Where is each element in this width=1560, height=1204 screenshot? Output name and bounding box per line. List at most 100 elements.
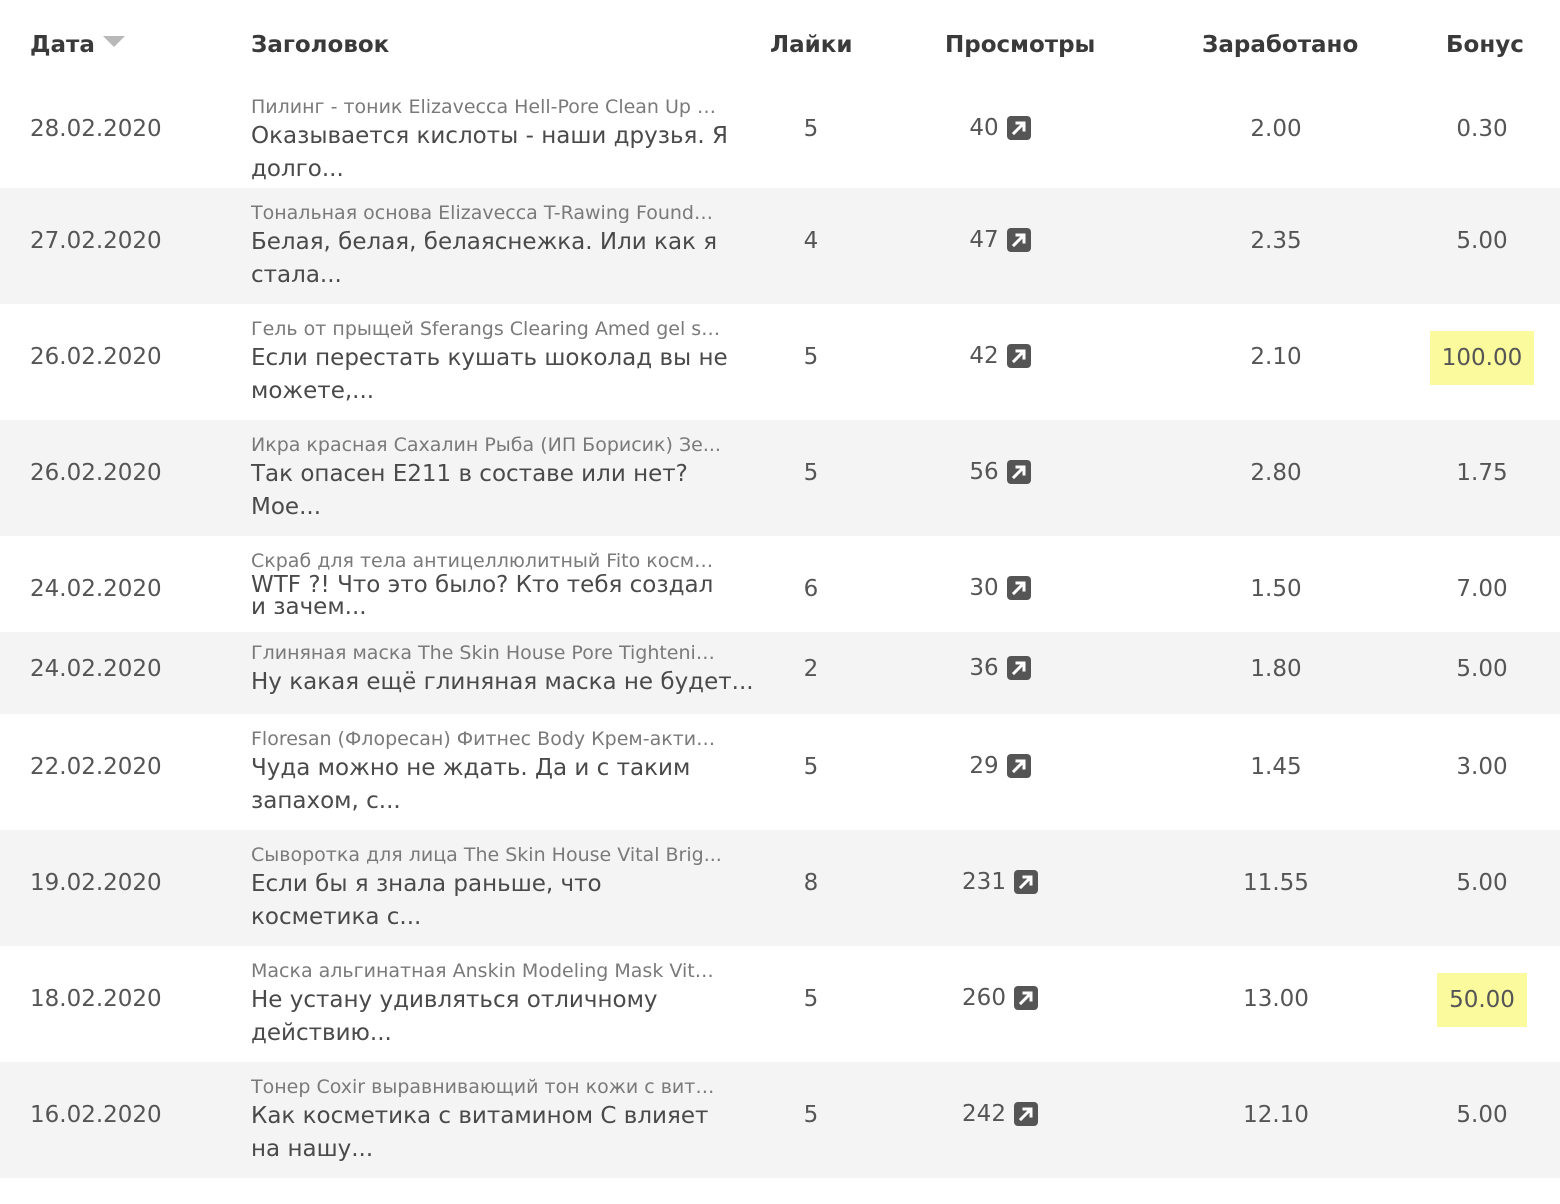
table-header: Дата Заголовок Лайки Просмотры Заработан… — [0, 0, 1560, 88]
row-title[interactable]: Сыворотка для лица The Skin House Vital … — [251, 842, 731, 934]
external-link-icon[interactable] — [1013, 985, 1038, 1010]
row-views-count: 29 — [969, 752, 999, 779]
table-row[interactable]: 24.02.2020 Скраб для тела антицеллюлитный… — [0, 536, 1560, 632]
row-date: 27.02.2020 — [30, 228, 162, 254]
external-link-icon[interactable] — [1013, 1101, 1038, 1126]
row-product-name[interactable]: Гель от прыщей Sferangs Clearing Amed ge… — [251, 316, 723, 342]
row-earned: 11.55 — [1243, 870, 1309, 896]
row-likes: 5 — [803, 460, 819, 486]
row-date: 16.02.2020 — [30, 1102, 162, 1128]
table-row[interactable]: 16.02.2020 Тонер Coxir выравнивающий тон … — [0, 1062, 1560, 1178]
row-review-title[interactable]: Ну какая ещё глиняная маска не будет... — [251, 666, 754, 699]
table-row[interactable]: 28.02.2020 Пилинг - тоник Elizavecca Hell… — [0, 88, 1560, 188]
table-row[interactable]: 26.02.2020 Икра красная Сахалин Рыба (ИП … — [0, 420, 1560, 536]
external-link-icon[interactable] — [1006, 753, 1031, 778]
column-header-title[interactable]: Заголовок — [251, 32, 389, 58]
table-row[interactable]: 22.02.2020 Floresan (Флоресан) Фитнес Bod… — [0, 714, 1560, 830]
row-views-count: 231 — [962, 868, 1006, 895]
external-link-icon[interactable] — [1006, 115, 1031, 140]
row-product-name[interactable]: Тональная основа Elizavecca T-Rawing Fou… — [251, 200, 723, 226]
row-views-count: 47 — [969, 226, 999, 253]
row-review-title[interactable]: Белая, белая, белаяснежка. Или как я ста… — [251, 226, 731, 292]
row-bonus: 3.00 — [1456, 754, 1508, 780]
table-row[interactable]: 19.02.2020 Сыворотка для лица The Skin Ho… — [0, 830, 1560, 946]
row-date: 26.02.2020 — [30, 460, 162, 486]
row-likes: 5 — [803, 344, 819, 370]
table-row[interactable]: 26.02.2020 Гель от прыщей Sferangs Cleari… — [0, 304, 1560, 420]
row-review-title[interactable]: Как косметика с витамином С влияет на на… — [251, 1100, 731, 1166]
table-row[interactable]: 27.02.2020 Тональная основа Elizavecca T-… — [0, 188, 1560, 304]
row-title[interactable]: Маска альгинатная Anskin Modeling Mask V… — [251, 958, 731, 1050]
row-views: 47 — [940, 226, 1060, 253]
row-title[interactable]: Икра красная Сахалин Рыба (ИП Борисик) З… — [251, 432, 731, 524]
external-link-icon[interactable] — [1006, 655, 1031, 680]
row-title[interactable]: Floresan (Флоресан) Фитнес Body Крем-акт… — [251, 726, 731, 818]
row-bonus: 1.75 — [1456, 460, 1508, 486]
row-views: 242 — [940, 1100, 1060, 1127]
row-review-title[interactable]: Если перестать кушать шоколад вы не може… — [251, 342, 731, 408]
row-views: 29 — [940, 752, 1060, 779]
row-review-title[interactable]: Так опасен Е211 в составе или нет? Мое..… — [251, 458, 731, 524]
row-likes: 2 — [803, 656, 819, 682]
reviews-table: Дата Заголовок Лайки Просмотры Заработан… — [0, 0, 1560, 1178]
row-date: 26.02.2020 — [30, 344, 162, 370]
column-header-date[interactable]: Дата — [30, 32, 125, 58]
row-review-title[interactable]: WTF ?! Что это было? Кто тебя создал и з… — [251, 574, 731, 614]
row-product-name[interactable]: Сыворотка для лица The Skin House Vital … — [251, 842, 723, 868]
external-link-icon[interactable] — [1006, 227, 1031, 252]
row-earned: 1.50 — [1250, 576, 1302, 602]
row-views-count: 36 — [969, 654, 999, 681]
table-row[interactable]: 18.02.2020 Маска альгинатная Anskin Model… — [0, 946, 1560, 1062]
row-earned: 1.80 — [1250, 656, 1302, 682]
row-date: 24.02.2020 — [30, 656, 162, 682]
row-bonus: 5.00 — [1456, 1102, 1508, 1128]
row-earned: 13.00 — [1243, 986, 1309, 1012]
row-title[interactable]: Тональная основа Elizavecca T-Rawing Fou… — [251, 200, 731, 292]
row-title[interactable]: Тонер Coxir выравнивающий тон кожи с вит… — [251, 1074, 731, 1166]
row-earned: 1.45 — [1250, 754, 1302, 780]
table-body: 28.02.2020 Пилинг - тоник Elizavecca Hell… — [0, 88, 1560, 1178]
row-review-title[interactable]: Если бы я знала раньше, что косметика с.… — [251, 868, 731, 934]
row-title[interactable]: Гель от прыщей Sferangs Clearing Amed ge… — [251, 316, 731, 408]
external-link-icon[interactable] — [1006, 343, 1031, 368]
row-likes: 8 — [803, 870, 819, 896]
column-header-earned[interactable]: Заработано — [1202, 32, 1358, 58]
row-title[interactable]: Скраб для тела антицеллюлитный Fito косм… — [251, 548, 731, 614]
external-link-icon[interactable] — [1006, 459, 1031, 484]
row-product-name[interactable]: Тонер Coxir выравнивающий тон кожи с вит… — [251, 1074, 723, 1100]
external-link-icon[interactable] — [1013, 869, 1038, 894]
row-product-name[interactable]: Floresan (Флоресан) Фитнес Body Крем-акт… — [251, 726, 723, 752]
bonus-highlight-badge: 50.00 — [1437, 973, 1527, 1027]
row-bonus: 5.00 — [1456, 870, 1508, 896]
row-product-name[interactable]: Скраб для тела антицеллюлитный Fito косм… — [251, 548, 723, 574]
external-link-icon[interactable] — [1006, 575, 1031, 600]
column-header-likes[interactable]: Лайки — [770, 32, 852, 58]
row-review-title[interactable]: Оказывается кислоты - наши друзья. Я дол… — [251, 120, 731, 186]
row-product-name[interactable]: Икра красная Сахалин Рыба (ИП Борисик) З… — [251, 432, 723, 458]
row-views: 56 — [940, 458, 1060, 485]
row-review-title[interactable]: Чуда можно не ждать. Да и с таким запахо… — [251, 752, 731, 818]
row-likes: 5 — [803, 986, 819, 1012]
row-bonus: 100.00 — [1422, 331, 1542, 385]
row-views-count: 30 — [969, 574, 999, 601]
row-earned: 12.10 — [1243, 1102, 1309, 1128]
row-product-name[interactable]: Пилинг - тоник Elizavecca Hell-Pore Clea… — [251, 94, 723, 120]
row-date: 24.02.2020 — [30, 576, 162, 602]
row-product-name[interactable]: Глиняная маска The Skin House Pore Tight… — [251, 640, 723, 666]
row-title[interactable]: Пилинг - тоник Elizavecca Hell-Pore Clea… — [251, 94, 731, 186]
column-header-views[interactable]: Просмотры — [945, 32, 1095, 58]
row-views: 30 — [940, 574, 1060, 601]
row-bonus: 7.00 — [1456, 576, 1508, 602]
row-product-name[interactable]: Маска альгинатная Anskin Modeling Mask V… — [251, 958, 723, 984]
row-likes: 4 — [803, 228, 819, 254]
row-bonus: 50.00 — [1422, 973, 1542, 1027]
sort-descending-icon[interactable] — [102, 36, 125, 47]
row-bonus: 5.00 — [1456, 228, 1508, 254]
row-review-title[interactable]: Не устану удивляться отличному действию.… — [251, 984, 731, 1050]
row-title[interactable]: Глиняная маска The Skin House Pore Tight… — [251, 640, 754, 699]
row-views: 40 — [940, 114, 1060, 141]
table-row[interactable]: 24.02.2020 Глиняная маска The Skin House … — [0, 632, 1560, 714]
row-views-count: 242 — [962, 1100, 1006, 1127]
column-header-bonus[interactable]: Бонус — [1446, 32, 1524, 58]
row-likes: 5 — [803, 754, 819, 780]
